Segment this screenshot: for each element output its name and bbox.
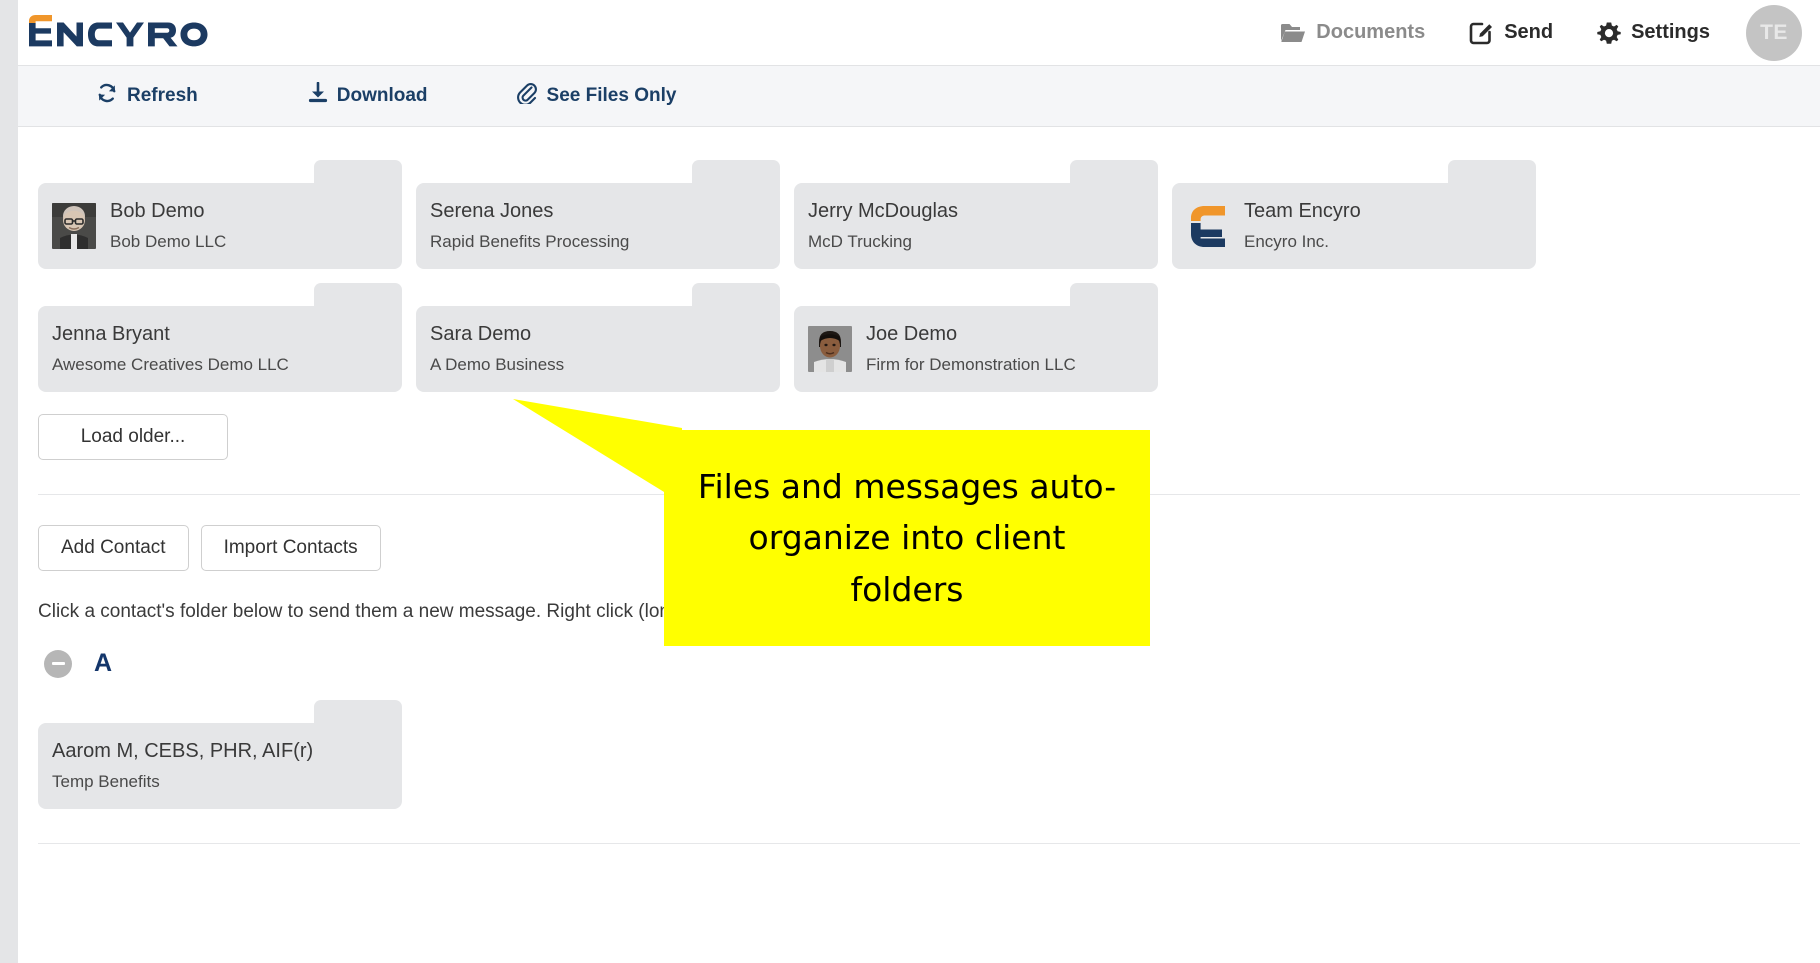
encyro-mark-icon (1186, 202, 1230, 250)
app-panel: Documents Send Settings TE Refresh Downl… (18, 0, 1820, 963)
folder-text: Sara Demo A Demo Business (430, 323, 564, 375)
nav-label-settings: Settings (1631, 21, 1710, 43)
contact-actions: Add Contact Import Contacts (18, 495, 1820, 571)
contact-org: Bob Demo LLC (110, 232, 227, 251)
folder-text: Jenna Bryant Awesome Creatives Demo LLC (52, 323, 289, 375)
folder-card[interactable]: Serena Jones Rapid Benefits Processing (416, 160, 780, 269)
contact-name: Jenna Bryant (52, 323, 170, 345)
contact-org: Temp Benefits (52, 772, 160, 791)
folder-body: Jenna Bryant Awesome Creatives Demo LLC (38, 306, 402, 392)
folder-card[interactable]: Sara Demo A Demo Business (416, 283, 780, 392)
alpha-section-header: A (18, 623, 1820, 678)
hint-text: Click a contact's folder below to send t… (38, 601, 670, 622)
contact-name: Serena Jones (430, 200, 554, 222)
folder-body: Jerry McDouglas McD Trucking (794, 183, 1158, 269)
see-files-only-button[interactable]: See Files Only (516, 82, 677, 110)
folder-body: Serena Jones Rapid Benefits Processing (416, 183, 780, 269)
recent-folders-grid: Bob Demo Bob Demo LLC Serena Jones Rapid… (18, 127, 1578, 392)
contact-photo (52, 203, 96, 249)
refresh-icon (96, 82, 118, 110)
folder-card[interactable]: Joe Demo Firm for Demonstration LLC (794, 283, 1158, 392)
load-older-container: Load older... (18, 392, 1820, 460)
contact-name: Team Encyro (1244, 200, 1361, 222)
encyro-logo[interactable] (26, 14, 236, 48)
folder-text: Team Encyro Encyro Inc. (1244, 200, 1361, 252)
minus-bar (51, 662, 65, 665)
folder-icon (1280, 22, 1306, 44)
alpha-contacts-grid: Aarom M, CEBS, PHR, AIF(r) Temp Benefits (18, 678, 1578, 809)
main-nav: Documents Send Settings TE (1258, 0, 1802, 65)
contact-name: Jerry McDouglas (808, 200, 959, 222)
folder-body: Bob Demo Bob Demo LLC (38, 183, 402, 269)
download-icon (308, 81, 328, 110)
folder-card[interactable]: Aarom M, CEBS, PHR, AIF(r) Temp Benefits (38, 700, 402, 809)
folder-card[interactable]: Jenna Bryant Awesome Creatives Demo LLC (38, 283, 402, 392)
contact-name: Joe Demo (866, 323, 958, 345)
folder-body: Sara Demo A Demo Business (416, 306, 780, 392)
add-contact-button[interactable]: Add Contact (38, 525, 189, 571)
content-area: Bob Demo Bob Demo LLC Serena Jones Rapid… (18, 127, 1820, 963)
folder-text: Joe Demo Firm for Demonstration LLC (866, 323, 1076, 375)
see-files-only-label: See Files Only (546, 85, 677, 106)
avatar-initials: TE (1760, 20, 1788, 44)
folder-body: Team Encyro Encyro Inc. (1172, 183, 1536, 269)
contact-org: Awesome Creatives Demo LLC (52, 355, 289, 374)
nav-item-send[interactable]: Send (1447, 20, 1575, 45)
gear-icon (1597, 21, 1621, 45)
load-older-button[interactable]: Load older... (38, 414, 228, 460)
app-header: Documents Send Settings TE (18, 0, 1820, 65)
contact-org: Encyro Inc. (1244, 232, 1330, 251)
bottom-divider (38, 843, 1800, 844)
nav-item-settings[interactable]: Settings (1575, 21, 1732, 45)
compose-icon (1469, 20, 1494, 45)
minus-circle-icon[interactable] (44, 649, 72, 678)
folder-text: Bob Demo Bob Demo LLC (110, 200, 226, 252)
folder-body: Aarom M, CEBS, PHR, AIF(r) Temp Benefits (38, 723, 402, 809)
contact-name: Aarom M, CEBS, PHR, AIF(r) (52, 740, 314, 762)
folder-text: Aarom M, CEBS, PHR, AIF(r) Temp Benefits (52, 740, 313, 792)
avatar[interactable]: TE (1746, 4, 1802, 61)
folder-card[interactable]: Bob Demo Bob Demo LLC (38, 160, 402, 269)
contact-org: Firm for Demonstration LLC (866, 355, 1076, 374)
contact-name: Sara Demo (430, 323, 532, 345)
refresh-button[interactable]: Refresh (96, 82, 198, 110)
contact-photo (808, 326, 852, 372)
action-toolbar: Refresh Download See Files Only (18, 65, 1820, 127)
paperclip-icon (516, 82, 538, 110)
contact-org: A Demo Business (430, 355, 565, 374)
import-contacts-button[interactable]: Import Contacts (200, 525, 381, 571)
download-label: Download (336, 85, 428, 106)
nav-item-documents[interactable]: Documents (1258, 21, 1447, 44)
nav-label-documents: Documents (1316, 21, 1426, 43)
contact-name: Bob Demo (110, 200, 205, 222)
refresh-label: Refresh (127, 85, 198, 106)
folder-card[interactable]: Jerry McDouglas McD Trucking (794, 160, 1158, 269)
folder-card[interactable]: Team Encyro Encyro Inc. (1172, 160, 1536, 269)
folder-body: Joe Demo Firm for Demonstration LLC (794, 306, 1158, 392)
folder-text: Serena Jones Rapid Benefits Processing (430, 200, 629, 252)
contact-org: Rapid Benefits Processing (430, 232, 630, 251)
contact-org: McD Trucking (808, 232, 912, 251)
nav-label-send: Send (1504, 21, 1554, 43)
download-button[interactable]: Download (308, 81, 428, 110)
folder-text: Jerry McDouglas McD Trucking (808, 200, 958, 252)
alpha-letter: A (94, 649, 113, 677)
